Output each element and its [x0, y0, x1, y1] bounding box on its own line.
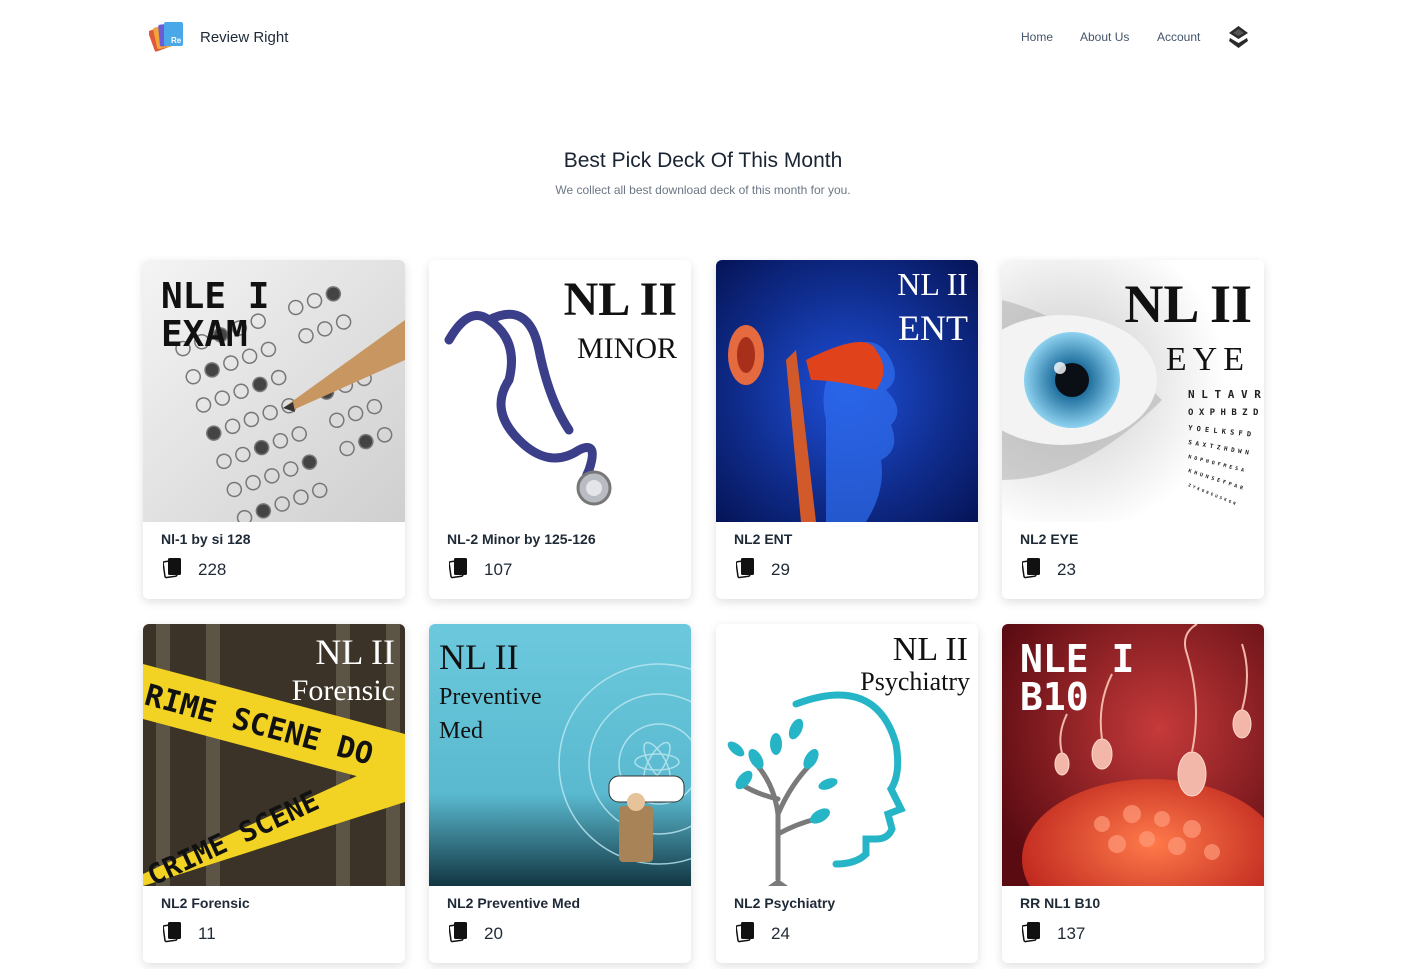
brand-name[interactable]: Review Right: [200, 29, 288, 46]
svg-text:N L T A V R: N L T A V R: [1188, 388, 1261, 401]
svg-text:Re: Re: [171, 36, 182, 45]
deck-title[interactable]: NL2 Psychiatry: [734, 895, 835, 911]
svg-text:NLE I: NLE I: [161, 276, 269, 317]
deck-cover-image: NL II ENT: [716, 260, 978, 522]
card-deck-icon: [162, 921, 183, 943]
deck-card-rr-nl1-b10[interactable]: NLE I B10 RR NL1 B10 137: [1002, 624, 1264, 963]
svg-text:ENT: ENT: [898, 308, 968, 348]
card-deck-icon: [448, 921, 469, 943]
deck-card-count: 11: [198, 924, 216, 943]
card-deck-icon: [735, 557, 756, 579]
svg-text:EYE: EYE: [1166, 341, 1250, 378]
deck-card-count: 137: [1057, 924, 1086, 943]
svg-text:B10: B10: [1020, 675, 1089, 719]
card-deck-icon: [162, 557, 183, 579]
nav-home[interactable]: Home: [1021, 30, 1053, 44]
svg-text:EXAM: EXAM: [161, 314, 248, 355]
svg-text:MINOR: MINOR: [577, 332, 677, 365]
deck-card-count: 20: [484, 924, 503, 943]
deck-cover-image: NL II Psychiatry: [716, 624, 978, 886]
deck-title[interactable]: NL2 Preventive Med: [447, 895, 580, 911]
deck-card-nle-exam[interactable]: NLE I EXAM Nl-1 by si 128 228: [143, 260, 405, 599]
deck-card-count: 23: [1057, 560, 1076, 579]
deck-card-nl2-eye[interactable]: NL II EYE N L T A V R O X P H B Z D Y O …: [1002, 260, 1264, 599]
svg-text:NL II: NL II: [893, 631, 968, 668]
deck-card-nl2-minor[interactable]: NL II MINOR NL-2 Minor by 125-126 107: [429, 260, 691, 599]
deck-card-nl2-forensic[interactable]: RIME SCENE DO CRIME SCENE NL II Forensic…: [143, 624, 405, 963]
deck-title[interactable]: NL2 Forensic: [161, 895, 250, 911]
svg-text:Med: Med: [439, 718, 483, 744]
deck-card-count: 29: [771, 560, 790, 579]
svg-text:NL II: NL II: [439, 637, 519, 677]
deck-title[interactable]: RR NL1 B10: [1020, 895, 1100, 911]
section-subtitle: We collect all best download deck of thi…: [555, 183, 851, 197]
deck-cover-image: RIME SCENE DO CRIME SCENE NL II Forensic: [143, 624, 405, 886]
deck-cover-image: NL II EYE N L T A V R O X P H B Z D Y O …: [1002, 260, 1264, 522]
svg-text:Psychiatry: Psychiatry: [860, 667, 970, 696]
deck-card-count: 24: [771, 924, 790, 943]
svg-text:Preventive: Preventive: [439, 684, 542, 710]
deck-card-count: 107: [484, 560, 513, 579]
svg-text:NL II: NL II: [897, 266, 968, 302]
deck-title[interactable]: NL-2 Minor by 125-126: [447, 531, 596, 547]
nav-account[interactable]: Account: [1157, 30, 1200, 44]
deck-card-nl2-ent[interactable]: NL II ENT NL2 ENT 29: [716, 260, 978, 599]
svg-text:O X P H B Z D: O X P H B Z D: [1188, 408, 1259, 418]
card-deck-icon: [1021, 921, 1042, 943]
card-deck-icon: [448, 557, 469, 579]
logo-icon[interactable]: Re: [148, 20, 185, 54]
deck-card-nl2-preventive-med[interactable]: NL II Preventive Med NL2 Preventive Med …: [429, 624, 691, 963]
deck-cover-image: NLE I EXAM: [143, 260, 405, 522]
section-title: Best Pick Deck Of This Month: [563, 149, 843, 172]
deck-card-nl2-psychiatry[interactable]: NL II Psychiatry NL2 Psychiatry 24: [716, 624, 978, 963]
deck-cover-image: NLE I B10: [1002, 624, 1264, 886]
deck-title[interactable]: NL2 EYE: [1020, 531, 1078, 547]
deck-card-count: 228: [198, 560, 227, 579]
card-deck-icon: [735, 921, 756, 943]
nav-about-us[interactable]: About Us: [1080, 30, 1129, 44]
deck-cover-image: NL II MINOR: [429, 260, 691, 522]
svg-text:Forensic: Forensic: [292, 674, 395, 707]
svg-text:NL II: NL II: [564, 273, 677, 326]
header: Re Review Right Home About Us Account: [0, 0, 1426, 75]
svg-text:NL II: NL II: [1124, 274, 1252, 334]
card-deck-icon: [1021, 557, 1042, 579]
svg-text:NL II: NL II: [315, 632, 395, 672]
deck-title[interactable]: NL2 ENT: [734, 531, 792, 547]
deck-cover-image: NL II Preventive Med: [429, 624, 691, 886]
user-profile-icon[interactable]: [1227, 25, 1250, 49]
deck-title[interactable]: Nl-1 by si 128: [161, 531, 251, 547]
